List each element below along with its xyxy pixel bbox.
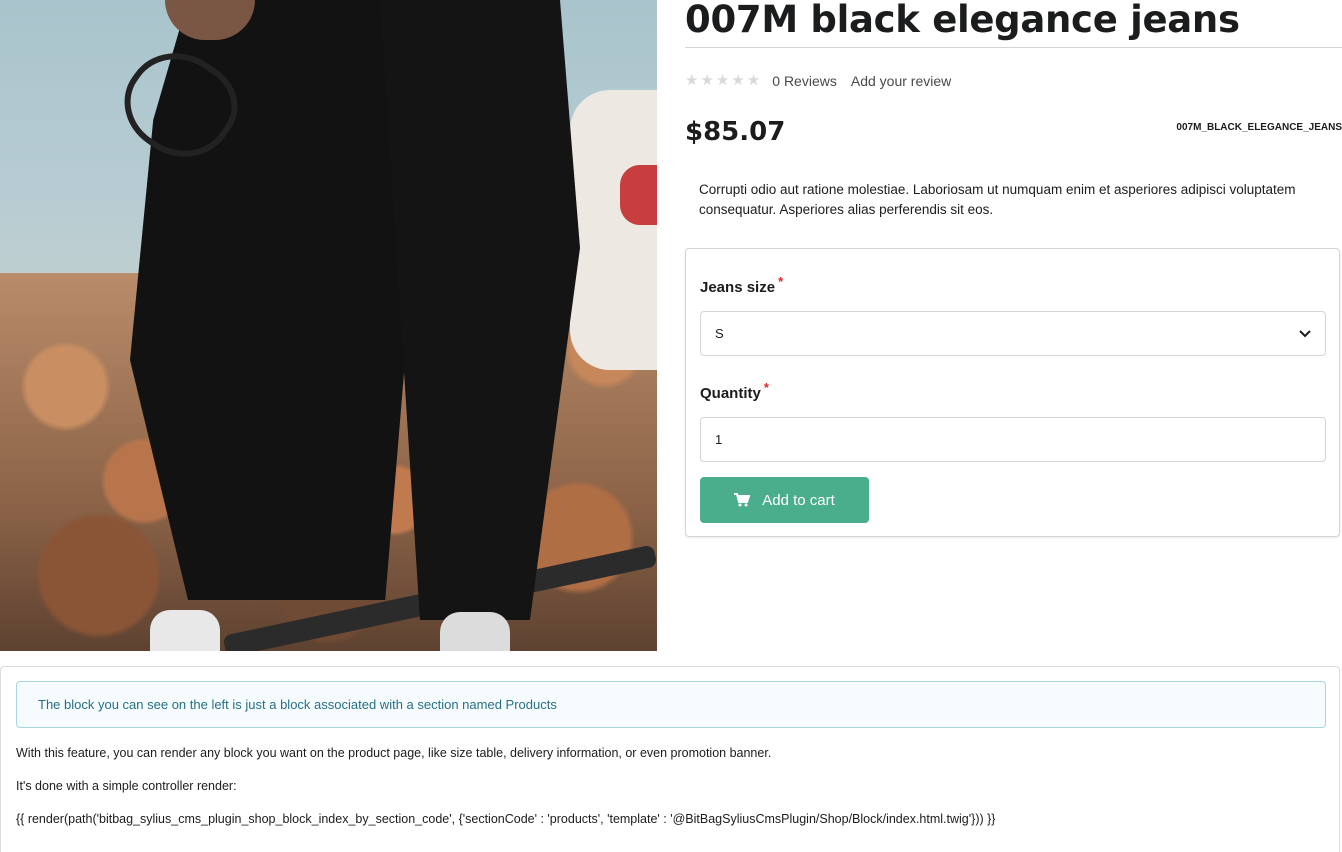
size-label: Jeans size * (700, 274, 783, 296)
star-icon: ★ (700, 72, 714, 89)
cms-code-snippet: {{ render(path('bitbag_sylius_cms_plugin… (16, 812, 996, 826)
star-icon: ★ (746, 72, 761, 89)
quantity-value: 1 (715, 432, 723, 447)
add-to-cart-form: Jeans size * S Quantity * 1 Add to cart (685, 248, 1340, 537)
product-sku: 007M_BLACK_ELEGANCE_JEANS (1176, 122, 1342, 133)
cms-paragraph-render: It's done with a simple controller rende… (16, 779, 237, 793)
photo-shoe-left (150, 610, 220, 651)
chevron-down-icon (1299, 327, 1311, 341)
cms-block-section: The block you can see on the left is jus… (0, 666, 1340, 852)
size-label-text: Jeans size (700, 279, 776, 296)
size-select-value: S (715, 326, 724, 341)
star-icon: ★ (685, 72, 699, 89)
add-to-cart-label: Add to cart (762, 491, 835, 509)
product-image[interactable] (0, 0, 657, 651)
quantity-label: Quantity * (700, 380, 769, 402)
quantity-label-text: Quantity (700, 385, 761, 402)
photo-shoe-right (440, 612, 510, 651)
reviews-count[interactable]: 0 Reviews (772, 73, 837, 89)
product-description: Corrupti odio aut ratione molestiae. Lab… (699, 182, 1296, 217)
cart-icon (734, 493, 751, 507)
product-price: $85.07 (685, 117, 786, 147)
photo-bag (570, 90, 657, 370)
info-notice: The block you can see on the left is jus… (16, 681, 1326, 728)
add-review-link[interactable]: Add your review (851, 73, 951, 89)
add-to-cart-button[interactable]: Add to cart (700, 477, 869, 523)
cms-paragraph-feature: With this feature, you can render any bl… (16, 746, 772, 760)
size-select[interactable]: S (700, 311, 1326, 356)
required-marker: * (778, 274, 784, 289)
photo-bag-stripe (620, 165, 657, 225)
star-icon: ★ (731, 72, 745, 89)
title-divider (685, 47, 1342, 48)
product-rating: ★ ★ ★ ★ ★ 0 Reviews Add your review (685, 72, 951, 90)
info-notice-text: The block you can see on the left is jus… (38, 697, 557, 712)
star-icon: ★ (715, 72, 730, 89)
quantity-input[interactable]: 1 (700, 417, 1326, 462)
product-title: 007M black elegance jeans (685, 0, 1240, 41)
required-marker: * (763, 380, 769, 395)
rating-stars: ★ ★ ★ ★ ★ (685, 72, 760, 90)
